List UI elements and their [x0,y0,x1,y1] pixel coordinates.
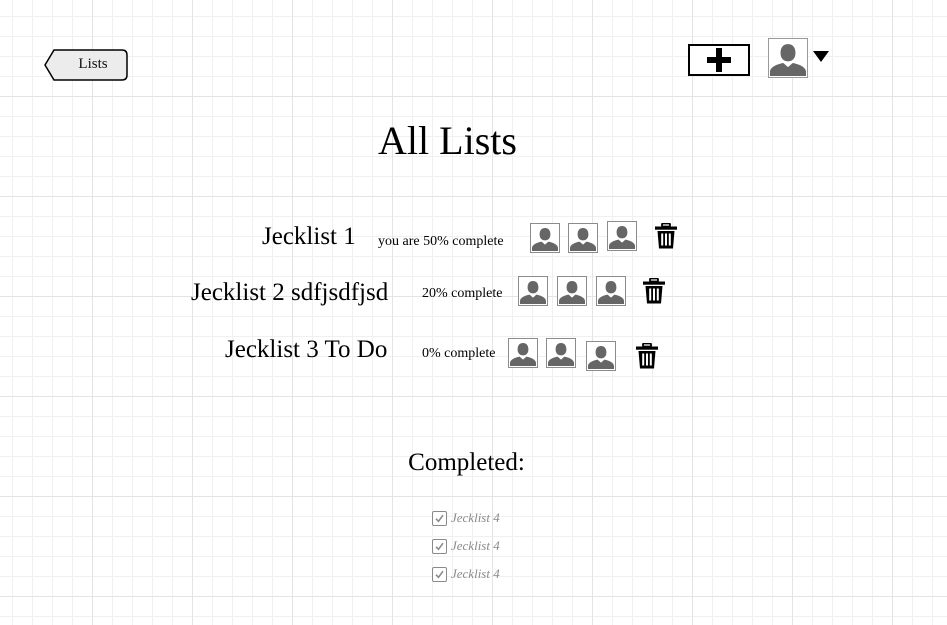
account-menu[interactable] [768,38,832,78]
checkbox-checked-icon[interactable] [432,566,447,582]
completed-item-label: Jecklist 4 [451,510,500,525]
add-list-button[interactable] [688,44,750,76]
completed-item-label: Jecklist 4 [451,566,500,581]
list-status-2: 20% complete [422,286,503,301]
member-avatar-icon[interactable] [557,276,587,306]
member-avatar-icon[interactable] [607,221,637,251]
member-avatar-icon[interactable] [568,223,598,253]
caret-down-icon [813,51,829,62]
plus-icon [707,48,731,72]
list-name-2[interactable]: Jecklist 2 sdfjsdfjsd [191,278,388,308]
list-name-1[interactable]: Jecklist 1 [262,222,356,252]
trash-icon[interactable] [636,342,658,369]
page-title: All Lists [378,118,517,163]
checkbox-checked-icon[interactable] [432,510,447,526]
member-avatar-icon[interactable] [518,276,548,306]
completed-heading: Completed: [408,449,525,476]
list-status-3: 0% complete [422,346,496,361]
list-status-1: you are 50% complete [378,234,504,249]
member-avatar-icon[interactable] [586,341,616,371]
member-avatar-icon[interactable] [596,276,626,306]
member-avatar-icon[interactable] [546,338,576,368]
member-avatar-icon[interactable] [530,223,560,253]
list-name-3[interactable]: Jecklist 3 To Do [225,335,387,365]
completed-item[interactable]: Jecklist 4 [432,509,500,527]
completed-item-label: Jecklist 4 [451,538,500,553]
completed-item[interactable]: Jecklist 4 [432,537,500,555]
trash-icon[interactable] [643,277,665,304]
user-avatar-icon [768,38,808,78]
trash-icon[interactable] [655,222,677,249]
back-button[interactable]: Lists [44,49,128,81]
checkbox-checked-icon[interactable] [432,538,447,554]
completed-item[interactable]: Jecklist 4 [432,565,500,583]
member-avatar-icon[interactable] [508,338,538,368]
back-button-label: Lists [78,56,108,72]
